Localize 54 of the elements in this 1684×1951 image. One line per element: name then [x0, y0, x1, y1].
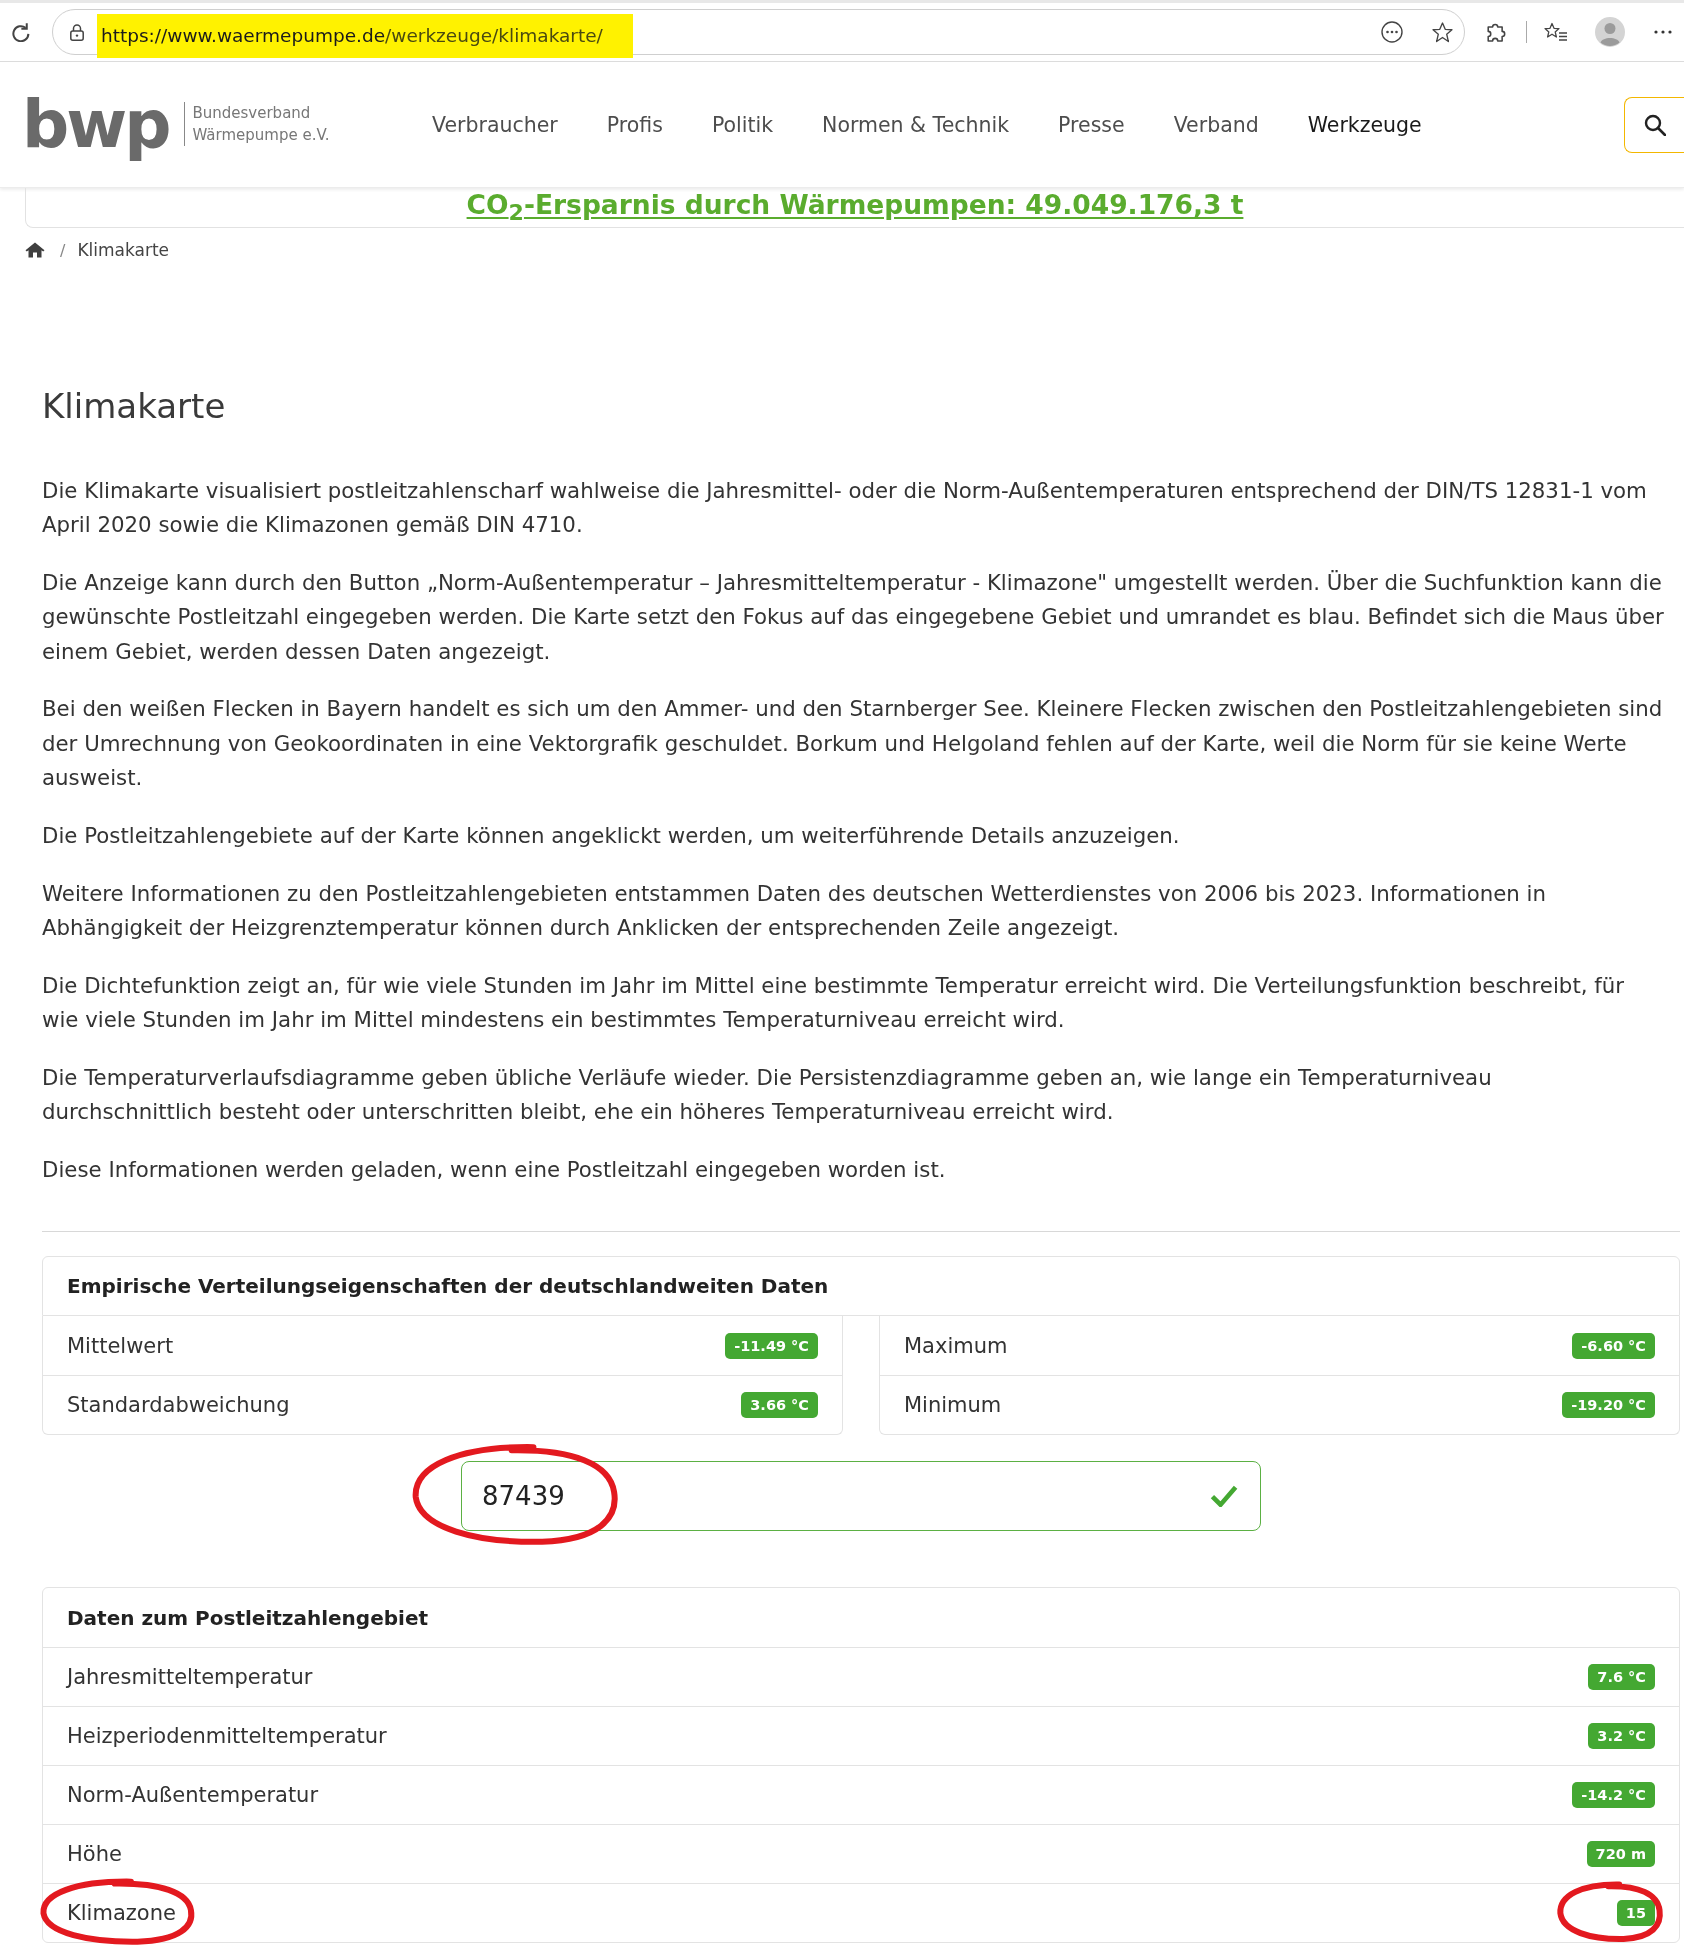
data-label: Jahresmitteltemperatur — [67, 1665, 313, 1690]
value-badge: -6.60 °C — [1572, 1332, 1655, 1359]
lock-icon[interactable] — [70, 23, 84, 41]
breadcrumb-current: Klimakarte — [77, 240, 170, 260]
value-badge: 720 m — [1586, 1841, 1655, 1868]
stat-label: Minimum — [904, 1393, 1002, 1418]
logo-subtitle: Bundesverband Wärmepumpe e.V. — [184, 101, 330, 146]
nav-link[interactable]: Profis — [606, 112, 663, 137]
body-paragraph: Die Anzeige kann durch den Button „Norm-Außentemperatur – Jahresmitteltemperatur - Klimazone" umgestellt werden. Über die Suchfunktion kann die gewünschte Postleitzahl eingegeben werden. Die Karte setzt den Fokus auf das eingegebene Gebiet und umrandet es blau. Befindet sich die Maus über einem Gebiet, werden dessen Daten angezeigt. — [42, 569, 1664, 666]
value-badge: -19.20 °C — [1562, 1392, 1655, 1419]
nav-link[interactable]: Verbraucher — [432, 112, 558, 137]
body-paragraph: Die Dichtefunktion zeigt an, für wie viele Stunden im Jahr im Mittel eine bestimmte Temperatur erreicht wird. Die Verteilungsfunktion beschreibt, für wie viele Stunden im Jahr im Mittel mindestens ein bestimmtes Temperaturniveau erreicht wird. — [42, 971, 1626, 1035]
value-badge: 7.6 °C — [1588, 1664, 1655, 1691]
nav-link[interactable]: Verband — [1173, 112, 1259, 137]
value-badge: 3.66 °C — [741, 1392, 818, 1419]
search-button[interactable] — [1624, 96, 1684, 153]
search-icon — [1643, 113, 1666, 136]
breadcrumb-separator: / — [60, 240, 66, 260]
value-badge: -11.49 °C — [725, 1332, 818, 1359]
nav-link[interactable]: Presse — [1058, 112, 1125, 137]
value-badge: 15 — [1616, 1900, 1655, 1927]
card-title: Daten zum Postleitzahlengebiet — [67, 1605, 428, 1630]
dots-circle-icon[interactable] — [1381, 21, 1403, 43]
nav-link[interactable]: Werkzeuge — [1307, 112, 1422, 137]
body-paragraph: Bei den weißen Flecken in Bayern handelt es sich um den Ammer- und den Starnberger See. Kleinere Flecken zwischen den Postleitzahlengebieten sind der Umrechnung von Geokoordinaten in eine Vektorgrafik geschuldet. Borkum und Helgoland fehlen auf der Karte, weil die Norm für sie keine Werte ausweist. — [42, 695, 1664, 793]
avatar-icon[interactable] — [1595, 17, 1625, 47]
puzzle-icon[interactable] — [1486, 21, 1507, 43]
url-text: https://www.waermepumpe.de/werkzeuge/klimakarte/ — [101, 24, 603, 46]
logo-wordmark[interactable]: bwp — [22, 84, 169, 165]
favorites-icon[interactable] — [1544, 22, 1568, 42]
star-icon[interactable] — [1432, 21, 1453, 43]
body-paragraph: Die Postleitzahlengebiete auf der Karte können angeklickt werden, um weiterführende Details anzuzeigen. — [42, 821, 1181, 850]
body-paragraph: Die Klimakarte visualisiert postleitzahlenscharf wahlweise die Jahresmittel- oder die Norm-Außentemperaturen entsprechend der DIN/TS 12831-1 vom April 2020 sowie die Klimazonen gemäß DIN 4710. — [42, 477, 1648, 540]
body-paragraph: Die Temperaturverlaufsdiagramme geben übliche Verläufe wieder. Die Persistenzdiagramme geben an, wie lange ein Temperaturniveau durchschnittlich besteht oder unterschritten bleibt, ehe ein höheres Temperaturniveau erreicht wird. — [42, 1063, 1493, 1127]
stat-label: Maximum — [904, 1333, 1008, 1358]
nav-link[interactable]: Normen & Technik — [822, 112, 1010, 137]
more-icon[interactable] — [1654, 30, 1672, 34]
body-paragraph: Weitere Informationen zu den Postleitzahlengebieten entstammen Daten des deutschen Wetterdienstes von 2006 bis 2023. Informationen in Abhängigkeit der Heizgrenztemperatur können durch Anklicken der entsprechenden Zeile angezeigt. — [42, 879, 1548, 942]
data-label: Norm-Außentemperatur — [67, 1783, 319, 1808]
nav-link[interactable]: Politik — [711, 112, 774, 137]
page-title: Klimakarte — [42, 385, 227, 428]
check-icon — [1210, 1485, 1238, 1508]
data-label: Höhe — [67, 1842, 122, 1867]
data-label: Klimazone — [67, 1901, 176, 1926]
value-badge: 3.2 °C — [1588, 1723, 1655, 1750]
reload-icon[interactable] — [12, 22, 31, 42]
postcode-input-field[interactable]: 87439 — [461, 1461, 1261, 1532]
data-label: Heizperiodenmitteltemperatur — [67, 1724, 387, 1749]
card-title: Empirische Verteilungseigenschaften der deutschlandweiten Daten — [67, 1274, 829, 1299]
stat-label: Mittelwert — [67, 1333, 174, 1358]
stat-label: Standardabweichung — [67, 1393, 290, 1418]
home-icon[interactable] — [25, 242, 45, 258]
value-badge: -14.2 °C — [1572, 1782, 1655, 1809]
body-paragraph: Diese Informationen werden geladen, wenn eine Postleitzahl eingegeben worden ist. — [42, 1155, 947, 1184]
